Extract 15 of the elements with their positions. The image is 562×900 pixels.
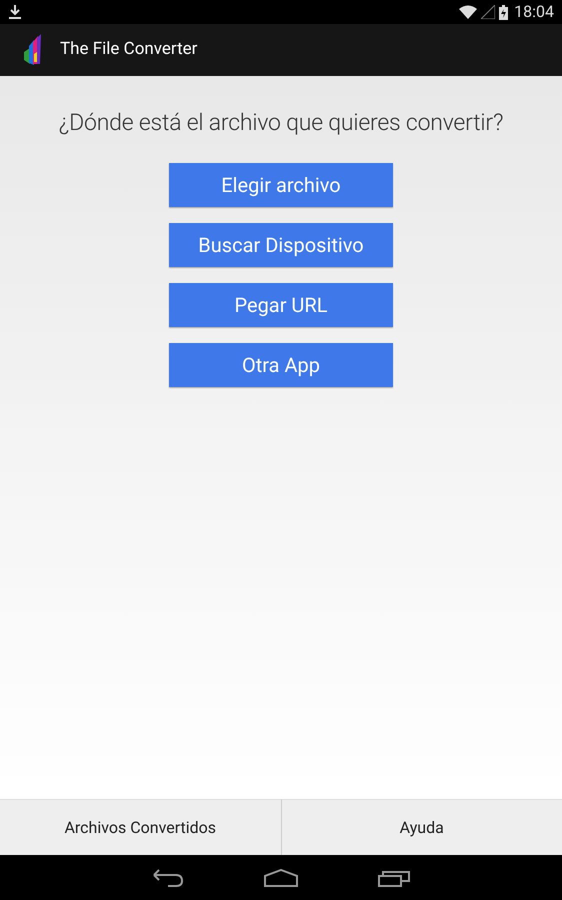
home-icon[interactable] (264, 868, 298, 886)
signal-icon (481, 5, 496, 19)
wifi-icon (459, 5, 478, 19)
action-button[interactable]: Pegar URL (169, 282, 393, 326)
action-button[interactable]: Buscar Dispositivo (169, 222, 393, 266)
app-logo-icon (22, 34, 44, 66)
action-button[interactable]: Otra App (169, 342, 393, 386)
battery-icon (499, 4, 508, 20)
download-icon (8, 4, 22, 20)
app-title: The File Converter (60, 38, 198, 62)
clock-time: 18:04 (514, 1, 554, 23)
recent-apps-icon[interactable] (378, 868, 410, 886)
question-heading: ¿Dónde está el archivo que quieres convertir? (58, 108, 504, 138)
action-button[interactable]: Elegir archivo (169, 162, 393, 206)
back-icon[interactable] (152, 868, 184, 886)
